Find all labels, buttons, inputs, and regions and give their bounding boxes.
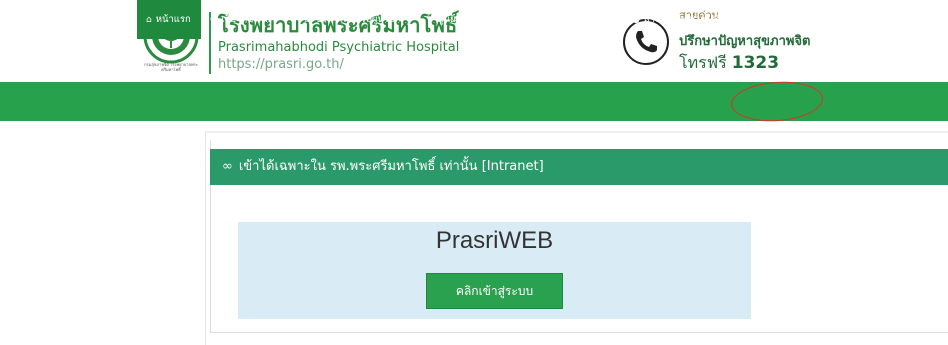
nav-admin-label: ADMIN xyxy=(873,14,906,25)
nav-knowledge-center-label: ศูนย์ความรู้โรคจิตเวชไทย xyxy=(437,14,544,25)
pencil-icon: ✎ xyxy=(426,15,434,25)
nav-public-label: สำหรับประชาชนทั่วไป xyxy=(643,14,736,25)
checkbox-icon: ☑ xyxy=(304,15,313,25)
logo-caption: กรมสุขภาพจิต โรงพยาบาลพระศรีมหาโพธิ์ xyxy=(144,62,198,72)
nav-home[interactable]: ⌂ หน้าแรก xyxy=(137,0,201,39)
nav-knowledge-center[interactable]: ✎ ศูนย์ความรู้โรคจิตเวชไทย xyxy=(426,0,544,39)
plus-icon: ✚ xyxy=(210,15,218,25)
nav-patient-services[interactable]: ☑ บริการสำหรับผู้ป่วย ▾ xyxy=(304,0,402,39)
nav-admin[interactable]: ➤ ADMIN xyxy=(862,0,905,39)
nav-staff-label: สำหรับเจ้าหน้าที่ xyxy=(759,14,827,25)
panel-title-text: เข้าได้เฉพาะใน รพ.พระศรีมหาโพธิ์ เท่านั้… xyxy=(238,159,544,174)
nav-download-label: ดาวน์โหลด xyxy=(571,14,618,25)
nav-about[interactable]: ✚ เกี่ยวกับ รพ. ▾ xyxy=(210,0,278,39)
nav-about-label: เกี่ยวกับ รพ. ▾ xyxy=(221,14,279,25)
panel-title: ∞ เข้าได้เฉพาะใน รพ.พระศรีมหาโพธิ์ เท่านั… xyxy=(222,149,544,185)
nav-staff[interactable]: ● สำหรับเจ้าหน้าที่ xyxy=(748,0,827,39)
card-title: PrasriWEB xyxy=(435,227,554,254)
nav-home-label: หน้าแรก xyxy=(155,14,191,25)
hospital-name-english: Prasrimahabhodi Psychiatric Hospital xyxy=(218,40,460,55)
content-left-border xyxy=(205,133,206,345)
content-top-border xyxy=(205,131,948,133)
hotline-phone: โทรฟรี 1323 xyxy=(679,51,779,76)
user-icon: ● xyxy=(632,15,640,25)
login-icon: ➤ xyxy=(862,15,870,25)
hospital-url[interactable]: https://prasri.go.th/ xyxy=(218,57,344,72)
home-icon: ⌂ xyxy=(146,15,152,25)
network-icon: ∞ xyxy=(222,159,233,174)
hotline-prefix: โทรฟรี xyxy=(679,53,727,72)
nav-patient-services-label: บริการสำหรับผู้ป่วย ▾ xyxy=(316,14,403,25)
nav-public[interactable]: ● สำหรับประชาชนทั่วไป xyxy=(632,0,736,39)
user-icon: ● xyxy=(748,15,756,25)
nav-download[interactable]: ☁ ดาวน์โหลด xyxy=(558,0,618,39)
hotline-number: 1323 xyxy=(731,53,780,73)
login-button[interactable]: คลิกเข้าสู่ระบบ xyxy=(426,273,563,309)
cloud-download-icon: ☁ xyxy=(558,15,567,25)
